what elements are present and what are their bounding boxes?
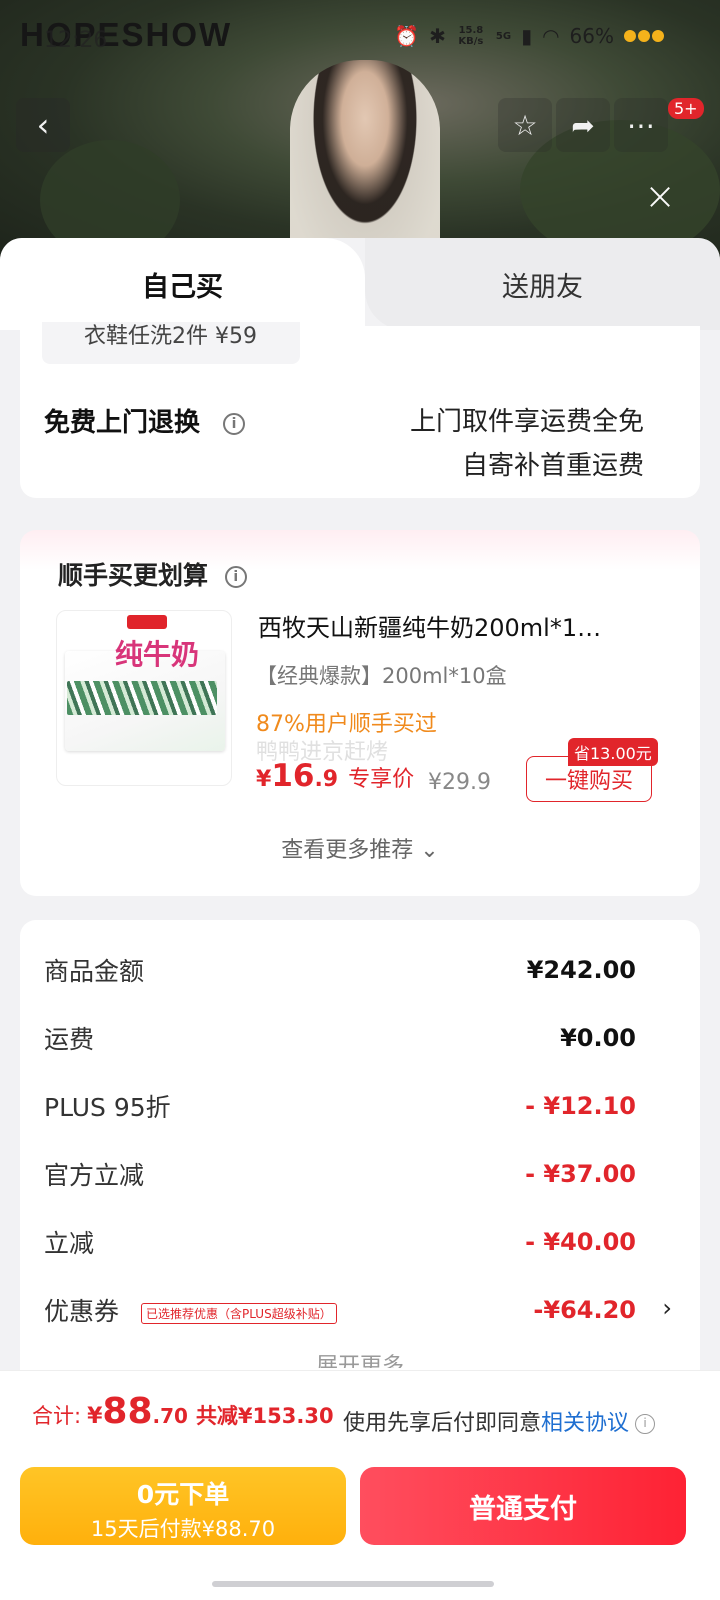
summary-value: - ¥40.00 [525, 1228, 636, 1256]
info-icon[interactable]: i [224, 566, 247, 588]
app-indicator-icon [624, 30, 664, 42]
status-bar: HOPESHOW 12:26 ⏰ ✱ 15.8 KB/s 5G ▮ ◠ 66% [0, 10, 720, 60]
purchase-tabs: 送朋友 自己买 [0, 238, 720, 330]
network-type: 5G [495, 30, 512, 42]
wifi-icon: ◠ [542, 24, 560, 48]
recommend-title: 顺手买更划算 i [58, 556, 247, 592]
agreement-link[interactable]: 相关协议 [541, 1411, 629, 1436]
summary-label: 商品金额 [44, 957, 145, 986]
home-indicator[interactable] [212, 1581, 494, 1587]
total-decimal: .70 [152, 1404, 188, 1428]
share-button[interactable]: ➦ [556, 98, 610, 152]
brand-logo [127, 615, 167, 629]
more-icon: ⋯ [627, 108, 655, 142]
info-icon[interactable]: i [223, 412, 246, 435]
price-symbol: ¥ [256, 767, 272, 792]
savings-badge: 省13.00元 [568, 738, 658, 766]
product-price: ¥16.9 专享价 [256, 758, 414, 794]
return-policy-line: 上门取件享运费全免 [409, 407, 644, 437]
summary-row-instant-discount: 立减 - ¥40.00 [44, 1222, 636, 1262]
summary-value: ¥242.00 [526, 956, 636, 984]
recommend-title-label: 顺手买更划算 [58, 561, 209, 590]
free-return-label: 免费上门退换 [44, 408, 201, 438]
chevron-left-icon: ‹ [36, 106, 50, 144]
coupon-note-badge: 已选推荐优惠（含PLUS超级补贴） [140, 1302, 337, 1324]
favorite-button[interactable]: ☆ [498, 98, 552, 152]
return-policy: 上门取件享运费全免 自寄补首重运费 [410, 400, 644, 488]
star-icon: ☆ [512, 108, 538, 142]
summary-value: - ¥12.10 [525, 1092, 636, 1120]
notification-badge: 5+ [668, 98, 704, 119]
summary-row-plus-discount: PLUS 95折 - ¥12.10 [44, 1086, 636, 1126]
chevron-down-icon: ⌄ [420, 838, 439, 863]
summary-label: 运费 [44, 1025, 95, 1054]
order-total: 合计: ¥88.70 共减¥153.30 [32, 1391, 334, 1432]
summary-value: -¥64.20 [533, 1296, 636, 1324]
laundry-service-chip[interactable]: 衣鞋任洗2件 ¥59 [42, 322, 300, 364]
share-icon: ➦ [571, 108, 595, 142]
alarm-icon: ⏰ [394, 24, 420, 48]
signal-icon: ▮ [521, 24, 533, 48]
summary-row-coupon[interactable]: 优惠券 已选推荐优惠（含PLUS超级补贴） -¥64.20 [44, 1290, 636, 1330]
original-price: ¥29.9 [428, 770, 491, 795]
close-sheet-button[interactable]: × [640, 176, 680, 216]
status-clock: 12:26 [44, 28, 108, 53]
more-recommendations-link[interactable]: 查看更多推荐 ⌄ [20, 832, 700, 864]
total-reduction: 共减¥153.30 [195, 1404, 334, 1428]
summary-label: 官方立减 [44, 1161, 145, 1190]
price-tag: 专享价 [348, 767, 415, 792]
total-label: 合计: [32, 1404, 82, 1428]
summary-value: ¥0.00 [560, 1024, 636, 1052]
summary-label: 立减 [44, 1229, 95, 1258]
more-recommendations-label: 查看更多推荐 [281, 838, 414, 863]
price-decimal: .9 [314, 767, 339, 792]
price-integer: 16 [271, 758, 315, 794]
normal-pay-button[interactable]: 普通支付 [360, 1467, 686, 1545]
free-return-title: 免费上门退换 i [44, 402, 246, 439]
chevron-right-icon[interactable]: › [662, 1294, 672, 1322]
more-button[interactable]: ⋯ [614, 98, 668, 152]
summary-row-shipping: 运费 ¥0.00 [44, 1018, 636, 1058]
pay-later-title: 0元下单 [136, 1480, 230, 1509]
summary-row-official-discount: 官方立减 - ¥37.00 [44, 1154, 636, 1194]
battery-level: 66% [569, 24, 614, 48]
product-name[interactable]: 西牧天山新疆纯牛奶200ml*1… [258, 608, 658, 643]
expand-more-link[interactable]: 展开更多 [20, 1348, 700, 1368]
thumb-label: 纯牛奶 [115, 638, 200, 671]
pay-later-subtitle: 15天后付款¥88.70 [90, 1517, 276, 1541]
summary-row-subtotal: 商品金额 ¥242.00 [44, 950, 636, 990]
service-card: 衣鞋任洗2件 ¥59 免费上门退换 i 上门取件享运费全免 自寄补首重运费 [20, 322, 700, 498]
pay-later-button[interactable]: 0元下单 15天后付款¥88.70 [20, 1467, 346, 1545]
info-icon[interactable]: i [635, 1414, 656, 1434]
summary-label: 优惠券 [44, 1297, 120, 1326]
total-symbol: ¥ [87, 1404, 103, 1429]
back-button[interactable]: ‹ [16, 98, 70, 152]
product-thumbnail[interactable]: 纯牛奶 [56, 610, 232, 786]
product-spec: 【经典爆款】200ml*10盒 [256, 664, 507, 688]
agreement-label: 使用先享后付即同意 [343, 1411, 542, 1436]
bluetooth-icon: ✱ [429, 24, 446, 48]
tab-gift-friend[interactable]: 送朋友 [365, 238, 720, 330]
total-integer: 88 [102, 1391, 153, 1432]
net-speed: 15.8 KB/s [458, 25, 484, 47]
coupon-label-group: 优惠券 已选推荐优惠（含PLUS超级补贴） [44, 1292, 337, 1328]
summary-label: PLUS 95折 [44, 1093, 171, 1122]
agreement-text: 使用先享后付即同意相关协议 i [343, 1405, 656, 1437]
status-icons: ⏰ ✱ 15.8 KB/s 5G ▮ ◠ 66% [394, 24, 664, 48]
leaf-pattern [67, 681, 217, 715]
checkout-bar: 合计: ¥88.70 共减¥153.30 使用先享后付即同意相关协议 i 0元下单 1… [0, 1370, 720, 1600]
summary-value: - ¥37.00 [525, 1160, 636, 1188]
return-policy-line: 自寄补首重运费 [461, 451, 644, 481]
tab-buy-self[interactable]: 自己买 [0, 238, 365, 330]
recommend-card: 顺手买更划算 i 纯牛奶 西牧天山新疆纯牛奶200ml*1… 【经典爆款】200… [20, 530, 700, 896]
